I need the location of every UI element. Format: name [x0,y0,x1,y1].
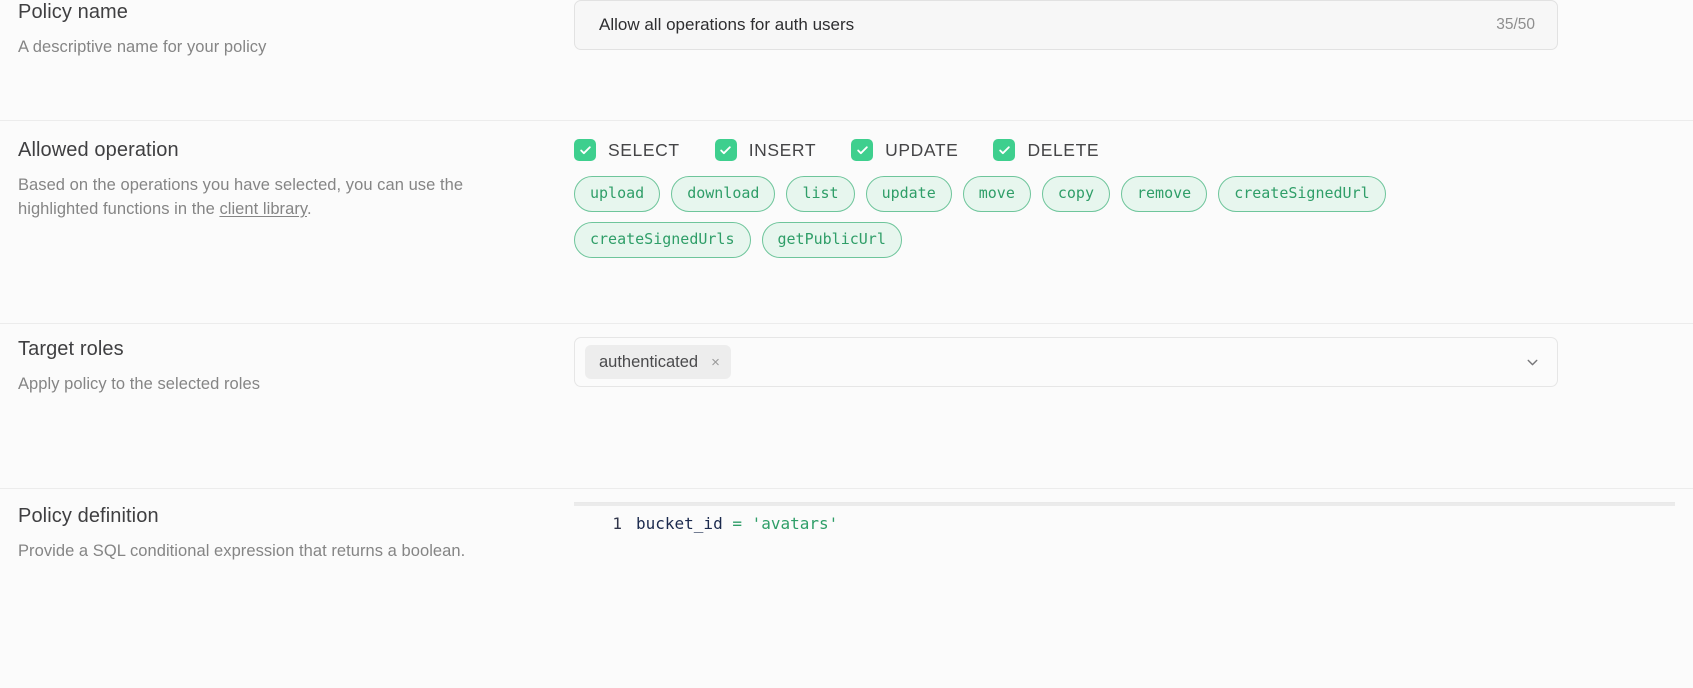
checkbox-checked-icon[interactable] [851,139,874,161]
operation-label: INSERT [748,139,817,160]
function-pill-move: move [962,176,1031,212]
target-roles-multiselect[interactable]: authenticated × [574,337,1558,387]
policy-name-input[interactable]: Allow all operations for auth users 35/5… [574,0,1558,50]
policy-editor-form: Policy name A descriptive name for your … [0,0,1693,688]
chevron-down-icon[interactable] [1514,354,1541,371]
policy-name-input-column: Allow all operations for auth users 35/5… [574,0,1675,50]
policy-name-input-value[interactable]: Allow all operations for auth users [599,15,1484,35]
section-policy-definition: Policy definition Provide a SQL conditio… [0,488,1693,688]
operation-checkbox-group: SELECT INSERT UPDATE DELETE [574,134,1675,161]
operation-label: DELETE [1027,139,1100,160]
section-allowed-operation: Allowed operation Based on the operation… [0,120,1693,323]
policy-definition-label-column: Policy definition Provide a SQL conditio… [18,488,574,564]
function-pill-list: list [786,176,855,212]
code-line-number: 1 [612,514,622,533]
function-pill-update: update [865,176,952,212]
function-pill-download: download [671,176,776,212]
target-roles-chip-list: authenticated × [585,345,1514,379]
operation-checkbox-update[interactable]: UPDATE [851,139,958,161]
editor-scrollbar[interactable] [574,503,1675,506]
operation-checkbox-delete[interactable]: DELETE [993,139,1099,161]
code-token-identifier: bucket_id [636,514,723,533]
sql-code-editor[interactable]: 1 bucket_id = 'avatars' [574,502,1675,662]
function-pill-upload: upload [574,176,661,212]
target-roles-title: Target roles [18,338,124,360]
policy-name-char-counter: 35/50 [1496,16,1535,33]
client-function-pill-list: upload download list update move copy remove cr… [574,176,1534,258]
policy-name-label-column: Policy name A descriptive name for your … [18,0,574,60]
policy-name-description: A descriptive name for your policy [18,38,267,56]
code-content[interactable]: bucket_id = 'avatars' [636,513,838,535]
allowed-operation-description: Based on the operations you have selecte… [18,174,534,222]
allowed-operation-controls-column: SELECT INSERT UPDATE DELETE upload download l… [574,120,1675,258]
operation-label: UPDATE [885,139,959,160]
function-pill-createsignedurls: createSignedUrls [574,222,751,258]
role-chip-label: authenticated [599,352,699,371]
close-icon[interactable]: × [711,355,720,370]
function-pill-remove: remove [1121,176,1208,212]
code-token-string: 'avatars' [751,514,839,533]
target-roles-control-column: authenticated × [574,323,1675,387]
target-roles-label-column: Target roles Apply policy to the selecte… [18,323,574,397]
client-library-link[interactable]: client library [219,200,307,218]
policy-definition-editor-column: 1 bucket_id = 'avatars' [574,488,1675,662]
operation-label: SELECT [608,139,680,160]
section-policy-name: Policy name A descriptive name for your … [0,0,1693,120]
function-pill-copy: copy [1041,176,1110,212]
operation-checkbox-insert[interactable]: INSERT [714,139,817,161]
checkbox-checked-icon[interactable] [993,139,1016,161]
target-roles-description: Apply policy to the selected roles [18,375,260,393]
section-target-roles: Target roles Apply policy to the selecte… [0,323,1693,488]
allowed-operation-title: Allowed operation [18,139,179,161]
policy-definition-title: Policy definition [18,505,159,527]
operation-checkbox-select[interactable]: SELECT [574,139,680,161]
allowed-operation-label-column: Allowed operation Based on the operation… [18,120,574,222]
code-line: 1 bucket_id = 'avatars' [574,503,1675,535]
code-token-operator: = [722,514,752,533]
function-pill-getpublicurl: getPublicUrl [761,222,902,258]
checkbox-checked-icon[interactable] [574,139,596,161]
function-pill-createsignedurl: createSignedUrl [1218,176,1386,212]
role-chip[interactable]: authenticated × [585,345,731,379]
checkbox-checked-icon[interactable] [714,139,737,161]
policy-name-title: Policy name [18,1,129,23]
policy-definition-description: Provide a SQL conditional expression tha… [18,542,466,560]
allowed-operation-description-text-2: . [306,199,312,218]
